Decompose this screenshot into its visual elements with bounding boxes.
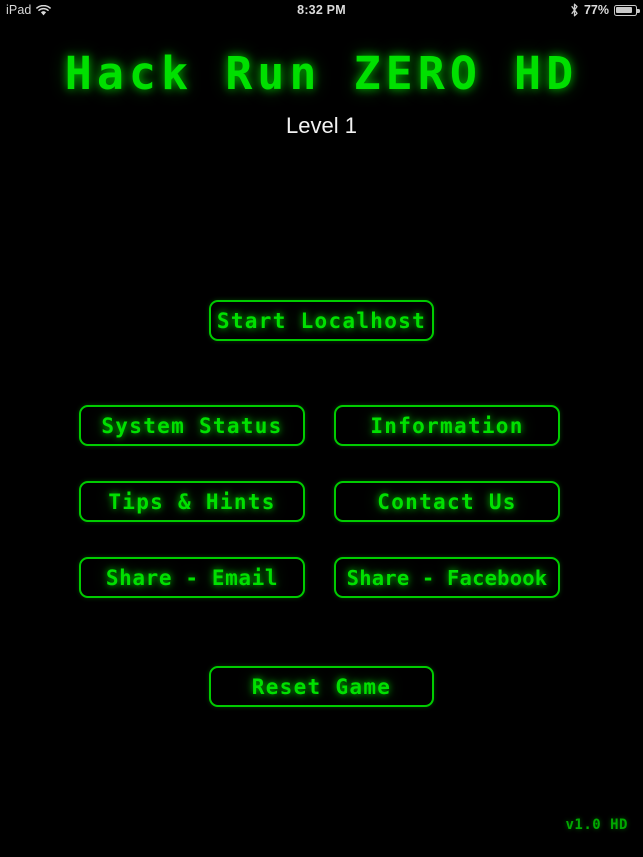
reset-game-button[interactable]: Reset Game (209, 666, 434, 707)
status-bar-clock: 8:32 PM (297, 3, 346, 17)
system-status-button[interactable]: System Status (79, 405, 305, 446)
start-localhost-button[interactable]: Start Localhost (209, 300, 434, 341)
version-label: v1.0 HD (565, 817, 628, 833)
share-email-button[interactable]: Share - Email (79, 557, 305, 598)
share-facebook-button[interactable]: Share - Facebook (334, 557, 560, 598)
contact-us-button[interactable]: Contact Us (334, 481, 560, 522)
level-label: Level 1 (286, 113, 357, 138)
page-title: Hack Run ZERO HD (64, 47, 579, 100)
status-bar: iPad 8:32 PM 77% (0, 0, 643, 20)
app-screen: iPad 8:32 PM 77% Hack Run ZERO HD Level … (0, 0, 643, 857)
information-button[interactable]: Information (334, 405, 560, 446)
battery-percent-label: 77% (583, 3, 609, 17)
bluetooth-icon (570, 3, 579, 17)
status-bar-right: 77% (570, 0, 640, 20)
tips-and-hints-button[interactable]: Tips & Hints (79, 481, 305, 522)
battery-icon (614, 4, 640, 16)
